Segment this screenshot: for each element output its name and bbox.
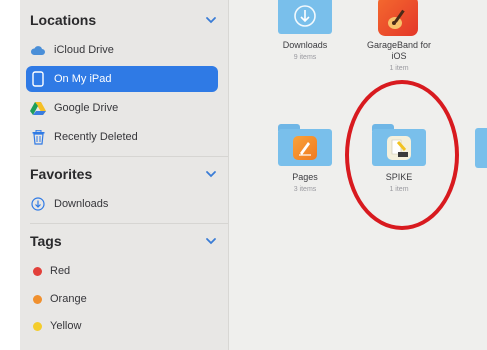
files-app-window: Locations iCloud Drive On My iPad Google… (20, 0, 487, 350)
sidebar-item-label: Google Drive (54, 102, 119, 114)
ipad-icon (30, 71, 46, 87)
pages-folder-icon (278, 124, 332, 166)
favorites-title: Favorites (30, 166, 93, 182)
tags-title: Tags (30, 233, 62, 249)
google-drive-icon (30, 100, 46, 116)
file-tile-garageband[interactable]: GarageBand for iOS 1 item (359, 0, 439, 74)
file-meta: 9 items (293, 54, 317, 61)
sidebar-tag-orange[interactable]: Orange (30, 286, 218, 312)
sidebar-tag-red[interactable]: Red (30, 258, 218, 284)
sidebar-item-downloads[interactable]: Downloads (30, 191, 218, 217)
tag-color-dot (33, 294, 42, 304)
chevron-down-icon[interactable] (204, 13, 218, 27)
file-name: Pages (292, 172, 318, 182)
sidebar-item-label: Red (50, 265, 71, 277)
section-divider (30, 156, 228, 157)
device-bezel (0, 0, 20, 350)
file-tile-pages[interactable]: Pages 3 items (265, 124, 345, 195)
sidebar-item-icloud-drive[interactable]: iCloud Drive (30, 37, 218, 63)
tag-color-dot (33, 321, 42, 331)
sidebar-item-label: Yellow (50, 320, 82, 332)
sidebar-item-google-drive[interactable]: Google Drive (30, 95, 218, 121)
sidebar-item-label: On My iPad (54, 73, 112, 85)
partial-folder-icon[interactable] (475, 128, 487, 168)
chevron-down-icon[interactable] (204, 167, 218, 181)
file-tile-downloads[interactable]: Downloads 9 items (265, 0, 345, 63)
favorites-header[interactable]: Favorites (30, 162, 218, 186)
file-meta: 3 items (293, 186, 317, 193)
sidebar-item-on-my-ipad[interactable]: On My iPad (26, 66, 218, 92)
file-name: Downloads (282, 40, 328, 50)
chevron-down-icon[interactable] (204, 234, 218, 248)
tags-header[interactable]: Tags (30, 229, 218, 253)
file-meta: 1 item (389, 65, 409, 72)
section-divider (30, 223, 228, 224)
sidebar-item-recently-deleted[interactable]: Recently Deleted (30, 124, 218, 150)
sidebar: Locations iCloud Drive On My iPad Google… (20, 0, 229, 350)
cloud-icon (30, 42, 46, 58)
sidebar-item-label: Recently Deleted (54, 131, 138, 143)
sidebar-tag-yellow[interactable]: Yellow (30, 313, 218, 339)
locations-header[interactable]: Locations (30, 8, 218, 32)
highlight-circle (345, 80, 459, 230)
download-icon (30, 196, 46, 212)
file-name: GarageBand for iOS (366, 40, 432, 61)
locations-title: Locations (30, 12, 97, 28)
sidebar-item-label: Downloads (54, 198, 109, 210)
sidebar-item-label: iCloud Drive (54, 44, 114, 56)
trash-icon (30, 129, 46, 145)
guitar-icon (388, 9, 405, 29)
tag-color-dot (33, 266, 42, 276)
download-icon (294, 5, 316, 27)
sidebar-item-label: Orange (50, 293, 87, 305)
